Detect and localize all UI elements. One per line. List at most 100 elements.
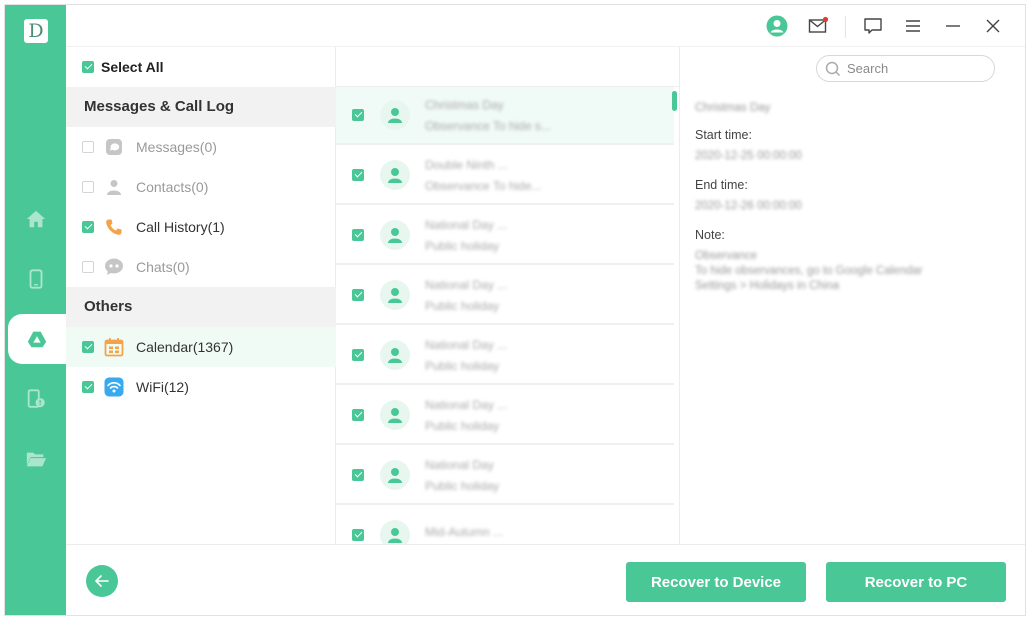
item-list: Christmas Day Observance To hide s... Doub…	[336, 47, 680, 544]
checkbox[interactable]	[352, 289, 364, 301]
rail-home[interactable]	[5, 194, 66, 244]
checkbox[interactable]	[352, 229, 364, 241]
checkbox[interactable]	[352, 409, 364, 421]
arrow-left-icon	[95, 575, 109, 587]
category-chats[interactable]: Chats(0)	[66, 247, 336, 287]
item-title: National Day ...	[425, 217, 508, 232]
category-call-history[interactable]: Call History(1)	[66, 207, 336, 247]
checkbox[interactable]	[82, 261, 94, 273]
note-line: To hide observances, go to Google Calend…	[695, 265, 923, 277]
checkbox[interactable]	[82, 221, 94, 233]
rail-files[interactable]	[5, 434, 66, 484]
start-time-label: Start time:	[695, 128, 752, 142]
category-contacts[interactable]: Contacts(0)	[66, 167, 336, 207]
item-subtitle: Observance To hide...	[425, 178, 542, 193]
chat-icon	[105, 258, 123, 275]
start-time-value: 2020-12-25 00:00:00	[695, 150, 802, 162]
account-button[interactable]	[766, 15, 788, 37]
checkbox[interactable]	[352, 469, 364, 481]
list-item[interactable]: National Day ... Public holiday	[336, 387, 674, 445]
person-icon	[388, 528, 402, 543]
group-others: Others	[66, 287, 336, 327]
recover-to-pc-button[interactable]: Recover to PC	[826, 562, 1006, 602]
checkbox[interactable]	[82, 341, 94, 353]
feedback-icon	[864, 18, 882, 34]
avatar	[380, 160, 410, 190]
category-messages[interactable]: Messages(0)	[66, 127, 336, 167]
category-wifi[interactable]: WiFi(12)	[66, 367, 336, 407]
phone-icon	[106, 219, 122, 235]
back-button[interactable]	[86, 565, 118, 597]
item-subtitle: Public holiday	[425, 298, 500, 313]
close-icon	[986, 19, 1000, 33]
item-subtitle: Public holiday	[425, 238, 500, 253]
feedback-button[interactable]	[862, 15, 884, 37]
minimize-button[interactable]	[942, 15, 964, 37]
checkbox[interactable]	[352, 109, 364, 121]
account-icon	[766, 15, 788, 37]
calendar-icon	[104, 338, 124, 357]
group-messages-call-log: Messages & Call Log	[66, 87, 336, 127]
home-icon	[26, 210, 45, 228]
checkbox[interactable]	[352, 529, 364, 541]
checkbox[interactable]	[82, 381, 94, 393]
select-all-check[interactable]	[82, 61, 94, 73]
item-subtitle: Observance To hide s...	[425, 118, 551, 133]
list-item[interactable]: Christmas Day Observance To hide s...	[336, 87, 674, 145]
nav-rail: D	[5, 5, 66, 615]
item-title: National Day ...	[425, 397, 508, 412]
category-calendar[interactable]: Calendar(1367)	[66, 327, 336, 367]
rail-google-drive[interactable]	[8, 314, 66, 364]
list-header	[336, 47, 679, 87]
contact-icon	[107, 180, 121, 195]
device-repair-icon	[27, 389, 45, 408]
person-icon	[388, 468, 402, 483]
app-logo: D	[24, 19, 48, 43]
person-icon	[388, 288, 402, 303]
list-scrollbar[interactable]	[672, 91, 677, 111]
note-label: Note:	[695, 228, 725, 242]
item-title: Double Ninth ...	[425, 157, 508, 172]
message-icon	[106, 139, 122, 155]
mail-icon	[808, 16, 829, 33]
avatar	[380, 460, 410, 490]
category-panel: Select All Messages & Call Log Messages(…	[66, 47, 336, 544]
item-title: National Day ...	[425, 277, 508, 292]
recover-to-device-button[interactable]: Recover to Device	[626, 562, 806, 602]
toolbar-divider	[845, 16, 846, 38]
minimize-icon	[946, 25, 960, 27]
app-window: D Select All Messages & Call Log Message…	[4, 4, 1026, 616]
search-icon	[825, 61, 841, 76]
mail-button[interactable]	[807, 15, 829, 37]
item-title: National Day	[425, 457, 494, 472]
note-line: Observance	[695, 250, 758, 262]
menu-icon	[906, 20, 920, 32]
list-item[interactable]: National Day ... Public holiday	[336, 267, 674, 325]
list-item[interactable]: National Day Public holiday	[336, 447, 674, 505]
checkbox[interactable]	[352, 169, 364, 181]
checkbox[interactable]	[82, 141, 94, 153]
search-input[interactable]	[847, 61, 977, 76]
rail-repair[interactable]	[5, 374, 66, 424]
close-button[interactable]	[982, 15, 1004, 37]
select-all-checkbox[interactable]: Select All	[82, 59, 164, 75]
item-subtitle: Public holiday	[425, 358, 500, 373]
list-item[interactable]: National Day ... Public holiday	[336, 327, 674, 385]
person-icon	[388, 348, 402, 363]
checkbox[interactable]	[352, 349, 364, 361]
menu-button[interactable]	[902, 15, 924, 37]
item-subtitle: Public holiday	[425, 478, 500, 493]
google-drive-icon	[27, 331, 47, 348]
checkbox[interactable]	[82, 181, 94, 193]
wifi-icon	[104, 377, 124, 397]
search-box[interactable]	[816, 55, 995, 82]
title-bar	[66, 5, 1025, 47]
rail-device[interactable]	[5, 254, 66, 304]
person-icon	[388, 168, 402, 183]
list-item[interactable]: Double Ninth ... Observance To hide...	[336, 147, 674, 205]
list-item[interactable]: Mid-Autumn ...	[336, 507, 674, 544]
avatar	[380, 400, 410, 430]
item-title: National Day ...	[425, 337, 508, 352]
item-title: Mid-Autumn ...	[425, 524, 504, 539]
list-item[interactable]: National Day ... Public holiday	[336, 207, 674, 265]
